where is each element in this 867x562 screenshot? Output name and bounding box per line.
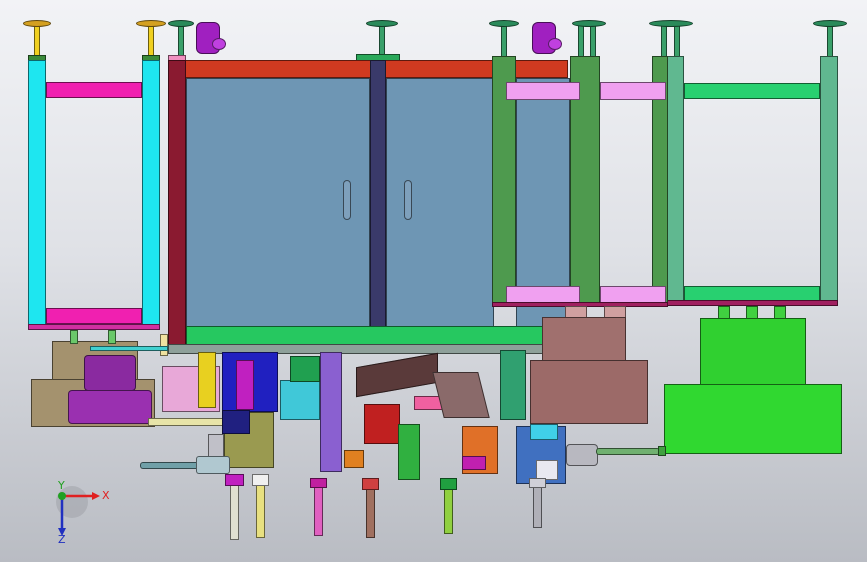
cyan-actuator-cap bbox=[530, 424, 558, 440]
ejector-pin-2[interactable] bbox=[256, 478, 265, 538]
green-cylinder-upper[interactable] bbox=[700, 318, 806, 386]
cyan-cylinder-block[interactable] bbox=[280, 380, 320, 420]
right-top-cap-4 bbox=[813, 20, 847, 27]
mid-right-pink-bar-top[interactable] bbox=[506, 82, 580, 100]
door-handle-right[interactable] bbox=[404, 180, 412, 220]
ejector-pin-1-top bbox=[225, 474, 244, 486]
teal-feeder-block[interactable] bbox=[500, 350, 526, 420]
ejector-pin-5[interactable] bbox=[444, 486, 453, 534]
center-top-stem-2 bbox=[379, 25, 385, 57]
green-cylinder-lower[interactable] bbox=[664, 384, 842, 454]
far-right-column-left[interactable] bbox=[666, 56, 684, 304]
ejector-pin-1[interactable] bbox=[230, 478, 239, 540]
dark-chain-gear[interactable] bbox=[356, 352, 438, 398]
ejector-pin-6[interactable] bbox=[533, 484, 542, 528]
center-top-cap-2 bbox=[366, 20, 398, 27]
right-top-stem-1 bbox=[501, 25, 507, 57]
purple-clamp-right-knob bbox=[548, 38, 562, 50]
center-divider-post bbox=[370, 60, 386, 332]
center-cream-pin bbox=[160, 334, 168, 356]
right-top-stem-3 bbox=[590, 25, 596, 57]
left-magenta-bar-bottom[interactable] bbox=[46, 308, 142, 324]
purple-clamp-left-knob bbox=[212, 38, 226, 50]
left-purple-cylinder-lower[interactable] bbox=[68, 390, 152, 424]
center-maroon-side[interactable] bbox=[168, 60, 186, 350]
z-axis-label: Z bbox=[58, 533, 66, 546]
navy-gear-cover bbox=[222, 410, 250, 434]
ejector-pin-4-top bbox=[362, 478, 379, 490]
rose-cylinder-upper[interactable] bbox=[542, 317, 626, 365]
right-piston-rod[interactable] bbox=[596, 448, 660, 455]
left-green-shaft-1 bbox=[70, 330, 78, 344]
left-cyan-column-1[interactable] bbox=[28, 60, 46, 326]
center-glass-door-right[interactable] bbox=[386, 78, 494, 328]
red-bracket-block[interactable] bbox=[364, 404, 400, 444]
coordinate-triad[interactable]: Y X Z bbox=[40, 479, 120, 546]
y-axis-dot bbox=[58, 492, 66, 500]
white-actuator-plate bbox=[536, 460, 558, 480]
brown-wedge-block[interactable] bbox=[432, 372, 490, 418]
left-piston-rod[interactable] bbox=[140, 462, 200, 469]
ejector-pin-2-top bbox=[252, 474, 269, 486]
mid-right-pink-bar-top-2[interactable] bbox=[600, 82, 666, 100]
far-right-cross-bar-top[interactable] bbox=[684, 83, 820, 99]
left-cyan-column-2[interactable] bbox=[142, 60, 160, 326]
left-piston-head bbox=[196, 456, 230, 474]
ejector-pin-4[interactable] bbox=[366, 486, 375, 538]
left-magenta-base bbox=[28, 324, 160, 330]
right-top-cap-2 bbox=[572, 20, 606, 27]
y-axis-label: Y bbox=[58, 479, 65, 492]
ejector-pin-3[interactable] bbox=[314, 484, 323, 536]
right-top-stem-4 bbox=[661, 25, 667, 57]
green-tray-block[interactable] bbox=[398, 424, 420, 480]
right-top-cap-1 bbox=[489, 20, 519, 27]
cad-3d-viewport[interactable]: Y X Z bbox=[0, 0, 867, 562]
magenta-drive-block[interactable] bbox=[236, 360, 254, 410]
right-top-stem-2 bbox=[578, 25, 584, 57]
door-handle-left[interactable] bbox=[343, 180, 351, 220]
center-top-stem-1 bbox=[178, 25, 184, 57]
left-magenta-bar-top[interactable] bbox=[46, 82, 142, 98]
gray-cylinder-body bbox=[566, 444, 598, 466]
ejector-pin-6-top bbox=[529, 478, 546, 488]
right-top-cap-3 bbox=[649, 20, 693, 27]
ejector-pin-5-top bbox=[440, 478, 457, 490]
center-cyan-rod bbox=[90, 346, 168, 351]
left-post-stem-1 bbox=[34, 24, 40, 58]
yellow-chute bbox=[198, 352, 216, 408]
x-axis-arrow bbox=[92, 492, 100, 500]
purple-guide-rail[interactable] bbox=[320, 352, 342, 472]
orange-nut-block bbox=[344, 450, 364, 468]
x-axis-label: X bbox=[102, 489, 110, 502]
left-green-shaft-2 bbox=[108, 330, 116, 344]
right-top-stem-6 bbox=[827, 25, 833, 57]
magenta-clip bbox=[462, 456, 486, 470]
right-top-stem-5 bbox=[674, 25, 680, 57]
rose-cylinder-lower[interactable] bbox=[530, 360, 648, 424]
right-piston-tip bbox=[658, 446, 666, 456]
green-servo-block[interactable] bbox=[290, 356, 320, 382]
center-top-cap-1 bbox=[168, 20, 194, 27]
left-purple-cylinder-upper[interactable] bbox=[84, 355, 136, 391]
left-post-cap-2 bbox=[136, 20, 166, 27]
left-post-cap-1 bbox=[23, 20, 51, 27]
far-right-column-right[interactable] bbox=[820, 56, 838, 304]
ejector-pin-3-top bbox=[310, 478, 327, 488]
left-post-stem-2 bbox=[148, 24, 154, 58]
